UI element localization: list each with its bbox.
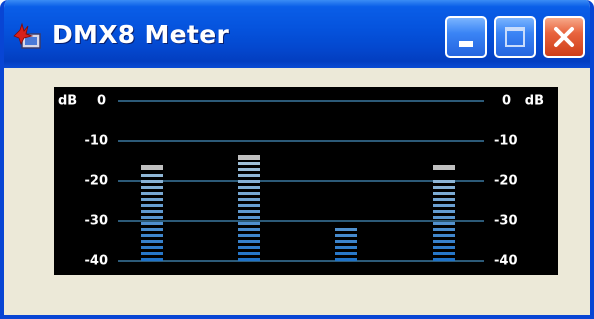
scale-label-left: -30 [85,214,109,229]
level-segment [238,228,260,231]
level-segment [433,210,455,213]
level-segment [238,258,260,261]
level-segment [238,204,260,207]
level-segment [335,246,357,249]
level-segment [141,180,163,183]
level-segment [238,168,260,171]
gridlines [118,100,484,262]
level-segment [238,174,260,177]
level-segment [141,240,163,243]
level-segment [141,192,163,195]
scale-label-right: 0 [502,94,511,109]
level-segment [141,204,163,207]
channel-bars [141,155,455,261]
scale-label-right: -40 [494,254,518,269]
level-segment [238,180,260,183]
level-segment [141,210,163,213]
level-segment [141,252,163,255]
window-title: DMX8 Meter [52,20,230,49]
level-segment [433,192,455,195]
level-segment [433,240,455,243]
level-segment [335,234,357,237]
scale-label-left: -40 [85,254,109,269]
close-button[interactable] [543,16,585,58]
peak-hold-indicator [238,155,260,160]
level-segment [335,228,357,231]
level-segment [433,258,455,261]
level-segment [433,234,455,237]
level-segment [335,240,357,243]
level-segment [141,258,163,261]
dmx8-meter-window: DMX8 Meter dB dB 0 -10 -20 -30 -40 0 -10 -20 -30 -4… [0,0,594,319]
level-segment [335,252,357,255]
level-segment [141,228,163,231]
scale-label-left: -20 [85,174,109,189]
level-segment [238,252,260,255]
level-segment [238,222,260,225]
level-segment [433,252,455,255]
level-segment [433,186,455,189]
scale-label-right: -10 [494,134,518,149]
level-segment [238,162,260,165]
level-segment [238,234,260,237]
level-segment [433,204,455,207]
scale-label-right: -30 [494,214,518,229]
level-segment [238,240,260,243]
channel-bar-2 [238,155,260,261]
maximize-icon [505,27,525,47]
level-segment [141,186,163,189]
level-segment [238,216,260,219]
level-segment [335,258,357,261]
level-segment [433,198,455,201]
level-segment [238,192,260,195]
peak-hold-indicator [433,165,455,170]
level-meter-panel: dB dB 0 -10 -20 -30 -40 0 -10 -20 -30 -40 [54,87,558,275]
level-segment [433,216,455,219]
level-segment [141,246,163,249]
scale-label-right: -20 [494,174,518,189]
level-segment [141,198,163,201]
close-icon [554,27,574,47]
level-segment [141,174,163,177]
level-segment [238,246,260,249]
level-segment [433,246,455,249]
scale-label-left: -10 [85,134,109,149]
unit-label-left: dB [58,94,77,109]
dmx-meter-app-icon [13,22,41,49]
level-segment [141,216,163,219]
minimize-icon [459,41,473,47]
channel-bar-1 [141,165,163,261]
unit-label-right: dB [525,94,544,109]
level-segment [433,180,455,183]
maximize-button[interactable] [494,16,536,58]
minimize-button[interactable] [445,16,487,58]
level-segment [238,186,260,189]
level-segment [433,222,455,225]
channel-bar-4 [433,165,455,261]
level-segment [433,228,455,231]
level-segment [141,222,163,225]
level-segment [238,210,260,213]
level-segment [141,234,163,237]
level-segment [238,198,260,201]
peak-hold-indicator [141,165,163,170]
channel-bar-3 [335,228,357,261]
scale-label-left: 0 [97,94,106,109]
level-meter-display: dB dB 0 -10 -20 -30 -40 0 -10 -20 -30 -40 [58,94,544,269]
title-bar[interactable]: DMX8 Meter [4,0,590,68]
